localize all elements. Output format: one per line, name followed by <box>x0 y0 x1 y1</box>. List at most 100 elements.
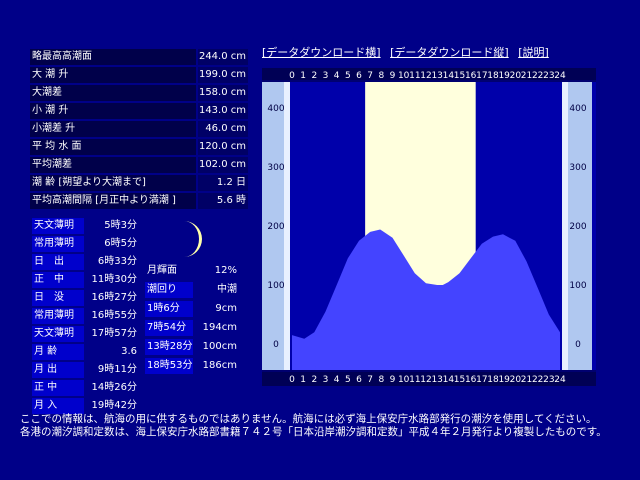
right-ruler-highlight <box>562 82 568 370</box>
x-tick-label-top: 4 <box>334 71 340 81</box>
stat-row: 平均潮差 102.0 cm <box>30 157 248 173</box>
daily-row: 常用薄明 16時55分 <box>32 308 137 324</box>
x-tick-label-top: 0 <box>289 71 295 81</box>
x-tick-label-top: 23 <box>543 71 554 81</box>
stat-value: 143.0 cm <box>198 103 248 119</box>
tide-extreme-row: 1時6分 9cm <box>145 301 237 317</box>
x-tick-label-top: 22 <box>532 71 543 81</box>
x-tick-label-top: 13 <box>431 71 442 81</box>
moon-label: 潮回り <box>145 282 193 298</box>
stat-value: 1.2 日 <box>198 175 248 191</box>
daily-row: 天文薄明 17時57分 <box>32 326 137 342</box>
sun-moon-table: 天文薄明 5時3分 常用薄明 6時5分 日 出 6時33分 正 中 11時30分 日 没… <box>32 218 137 416</box>
x-tick-label-bottom: 6 <box>356 375 362 385</box>
moon-value: 12% <box>214 265 237 276</box>
tide-time: 13時28分 <box>145 339 193 355</box>
disclaimer-line-2: 各港の潮汐調和定数は、海上保安庁水路部書籍７４２号「日本沿岸潮汐調和定数」平成４… <box>20 426 607 438</box>
x-tick-label-bottom: 8 <box>378 375 384 385</box>
daily-label: 日 出 <box>32 254 84 270</box>
stat-label: 平均潮差 <box>30 157 196 173</box>
stat-value: 120.0 cm <box>198 139 248 155</box>
y-tick-label-left: 100 <box>267 281 284 291</box>
stat-value: 5.6 時 <box>198 193 248 209</box>
x-tick-label-bottom: 15 <box>454 375 465 385</box>
x-tick-label-top: 19 <box>498 71 510 81</box>
x-tick-label-bottom: 23 <box>543 375 554 385</box>
download-vertical-link[interactable]: [データダウンロード縦] <box>390 46 509 59</box>
disclaimer-line-1: ここでの情報は、航海の用に供するものではありません。航海には必ず海上保安庁水路部… <box>20 413 597 425</box>
moon-label: 月輝面 <box>147 265 177 276</box>
x-tick-label-bottom: 3 <box>323 375 329 385</box>
moon-tide-table: 月輝面 12% 潮回り 中潮 1時6分 9cm 7時54分 194cm 13時28分 10… <box>145 263 237 377</box>
x-tick-label-top: 9 <box>390 71 396 81</box>
daily-label: 正 中 <box>32 272 84 288</box>
help-link[interactable]: [説明] <box>518 46 549 59</box>
stat-label: 大潮差 <box>30 85 196 101</box>
tide-chart: 0 1 2 3 4 5 6 7 8 9 10 11 12 13 14 15 16 17 18 19 20 21 22 23 24… <box>262 68 596 386</box>
x-tick-label-top: 24 <box>554 71 566 81</box>
tide-time: 1時6分 <box>145 301 193 317</box>
stat-label: 小潮差 升 <box>30 121 196 137</box>
x-tick-label-top: 21 <box>521 71 532 81</box>
y-tick-label-right: 300 <box>569 163 586 173</box>
stat-row: 潮 齢 [朔望より大潮まで] 1.2 日 <box>30 175 248 191</box>
x-tick-label-top: 18 <box>487 71 499 81</box>
x-tick-label-bottom: 12 <box>420 375 431 385</box>
x-tick-label-bottom: 14 <box>443 375 455 385</box>
x-tick-label-bottom: 21 <box>521 375 532 385</box>
tide-extreme-row: 18時53分 186cm <box>145 358 237 374</box>
x-tick-label-bottom: 9 <box>390 375 396 385</box>
x-tick-label-top: 7 <box>367 71 373 81</box>
x-tick-label-bottom: 19 <box>498 375 510 385</box>
x-tick-label-top: 2 <box>311 71 317 81</box>
x-tick-label-bottom: 20 <box>510 375 522 385</box>
daily-value: 9時11分 <box>97 364 137 375</box>
x-tick-label-top: 10 <box>398 71 410 81</box>
daily-row: 日 出 6時33分 <box>32 254 137 270</box>
daily-label: 正 中 <box>32 380 84 396</box>
y-tick-label-left: 200 <box>267 222 284 232</box>
stat-label: 小 潮 升 <box>30 103 196 119</box>
y-tick-label-left: 300 <box>267 163 284 173</box>
daily-value: 6時5分 <box>104 238 137 249</box>
x-tick-label-top: 6 <box>356 71 362 81</box>
tide-extreme-row: 7時54分 194cm <box>145 320 237 336</box>
daily-row: 月 齢 3.6 <box>32 344 137 360</box>
moon-row: 潮回り 中潮 <box>145 282 237 298</box>
x-tick-label-top: 15 <box>454 71 465 81</box>
y-tick-label-right: 400 <box>569 104 586 114</box>
stat-row: 平均高潮間隔 [月正中より満潮 ] 5.6 時 <box>30 193 248 209</box>
daily-label: 常用薄明 <box>32 308 84 324</box>
daily-value: 6時33分 <box>97 256 137 267</box>
daily-row: 常用薄明 6時5分 <box>32 236 137 252</box>
x-tick-label-bottom: 5 <box>345 375 351 385</box>
moon-row: 月輝面 12% <box>145 263 237 279</box>
daily-value: 17時57分 <box>91 328 137 339</box>
x-tick-label-top: 11 <box>409 71 420 81</box>
stat-label: 平均高潮間隔 [月正中より満潮 ] <box>30 193 196 209</box>
moon-value: 中潮 <box>217 284 237 295</box>
tide-extreme-row: 13時28分 100cm <box>145 339 237 355</box>
daily-row: 月 入 19時42分 <box>32 398 137 414</box>
download-horizontal-link[interactable]: [データダウンロード横] <box>262 46 381 59</box>
y-tick-label-right: 200 <box>569 222 586 232</box>
x-tick-label-top: 12 <box>420 71 431 81</box>
x-tick-label-bottom: 1 <box>300 375 306 385</box>
tide-height: 9cm <box>215 303 237 314</box>
daily-label: 月 出 <box>32 362 84 378</box>
x-tick-label-bottom: 4 <box>334 375 340 385</box>
x-tick-label-bottom: 18 <box>487 375 499 385</box>
stat-row: 大 潮 升 199.0 cm <box>30 67 248 83</box>
stat-row: 小 潮 升 143.0 cm <box>30 103 248 119</box>
tide-height: 194cm <box>202 322 237 333</box>
daily-row: 月 出 9時11分 <box>32 362 137 378</box>
daily-value: 3.6 <box>121 346 137 357</box>
x-tick-label-top: 1 <box>300 71 306 81</box>
x-tick-label-top: 5 <box>345 71 351 81</box>
x-tick-label-top: 16 <box>465 71 477 81</box>
daily-label: 天文薄明 <box>32 326 84 342</box>
daily-row: 正 中 14時26分 <box>32 380 137 396</box>
x-tick-label-bottom: 24 <box>554 375 566 385</box>
moon-phase-icon <box>184 221 202 257</box>
x-tick-label-top: 14 <box>443 71 455 81</box>
